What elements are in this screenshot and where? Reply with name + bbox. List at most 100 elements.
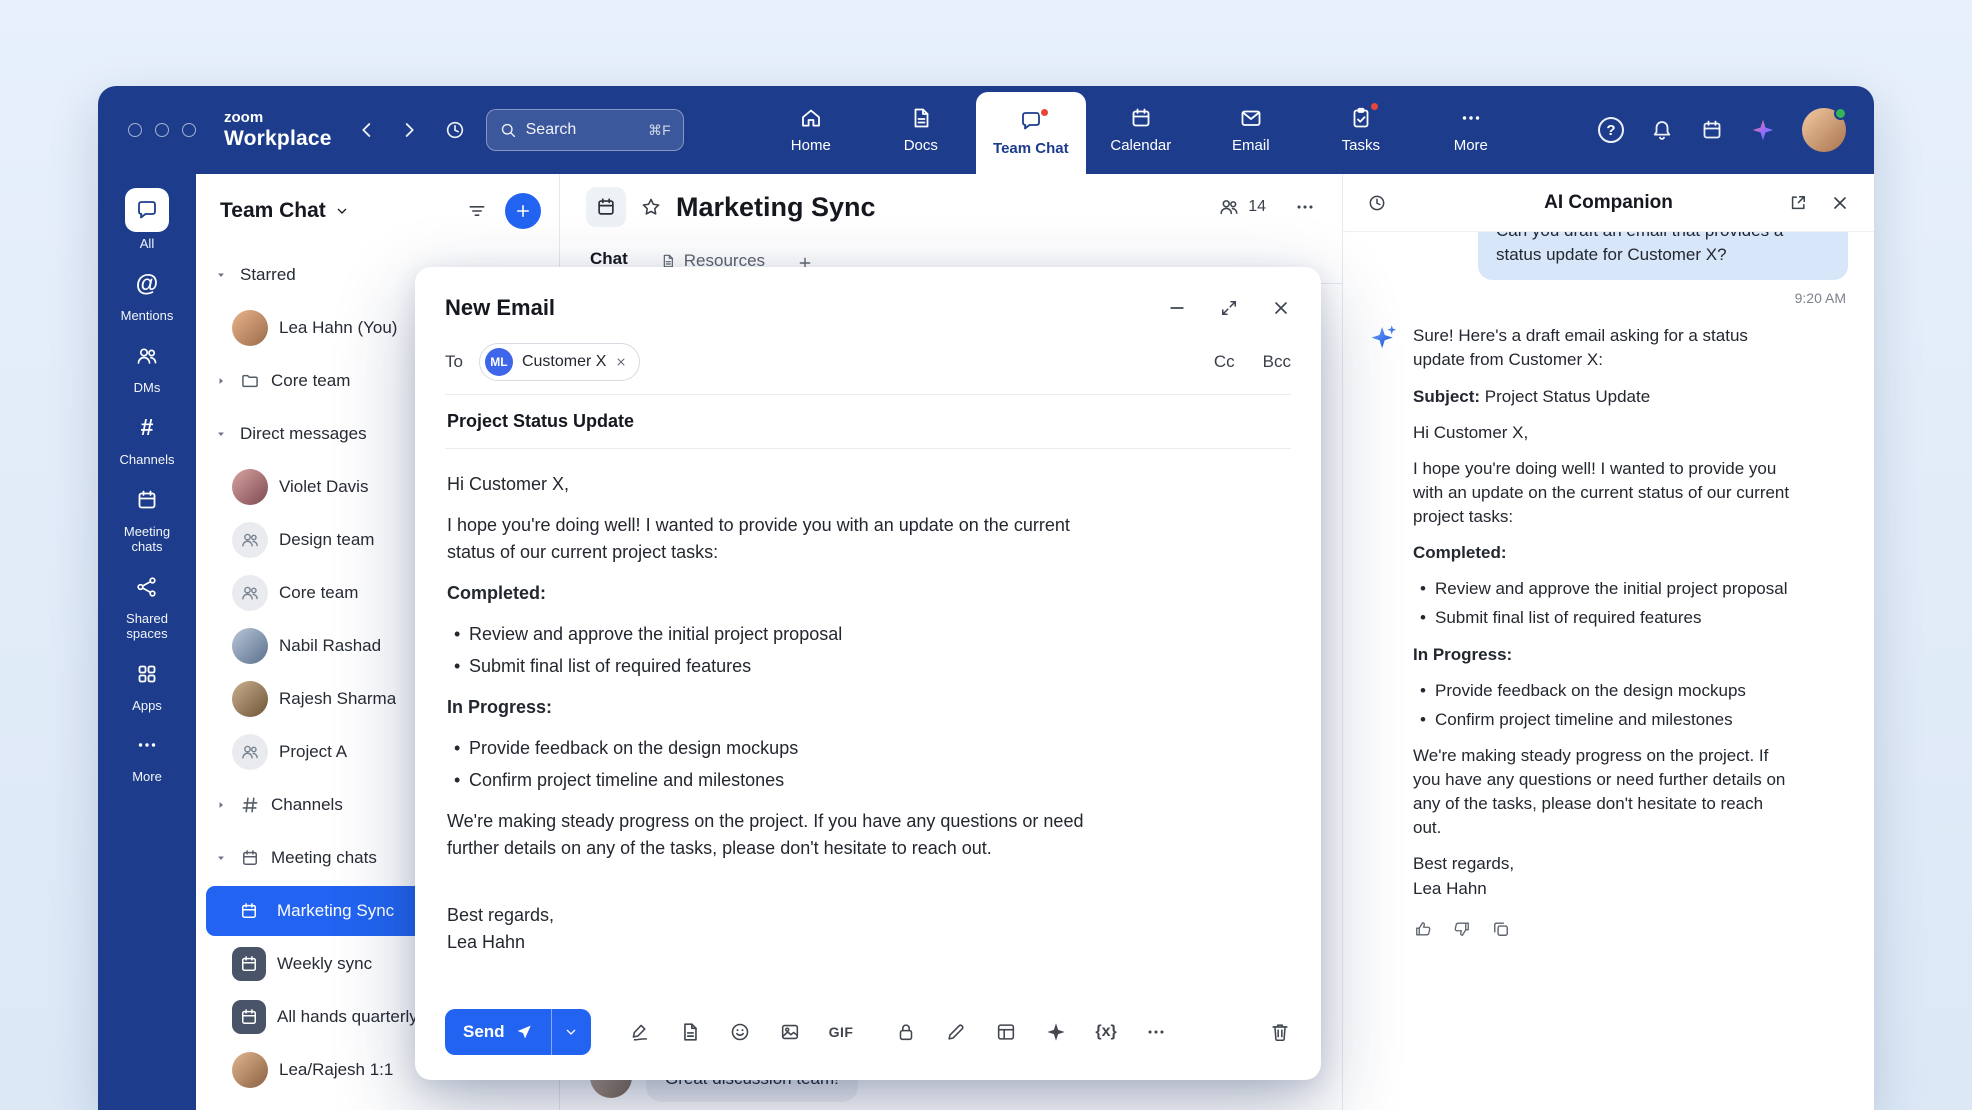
ai-conversation: Can you draft an email that provides a s… bbox=[1343, 232, 1874, 1110]
fullscreen-window-button[interactable] bbox=[182, 123, 196, 137]
channel-title: Marketing Sync bbox=[676, 192, 876, 223]
email-greeting: Hi Customer X, bbox=[447, 471, 1107, 498]
ai-body-intro: I hope you're doing well! I wanted to pr… bbox=[1413, 457, 1793, 529]
ai-signature: Best regards,Lea Hahn bbox=[1413, 852, 1793, 900]
emoji-icon[interactable] bbox=[729, 1021, 751, 1043]
meeting-chat-icon bbox=[232, 894, 266, 928]
list-item: Provide feedback on the design mockups bbox=[1413, 679, 1793, 703]
close-panel-icon[interactable] bbox=[1830, 193, 1850, 213]
ai-in-progress-label: In Progress: bbox=[1413, 643, 1793, 667]
insert-image-icon[interactable] bbox=[779, 1021, 801, 1043]
history-icon[interactable] bbox=[444, 119, 466, 141]
zoom-workplace-logo: zoom Workplace bbox=[224, 110, 332, 150]
rail-channels[interactable]: # Channels bbox=[100, 408, 194, 468]
sidebar-title-dropdown[interactable]: Team Chat bbox=[220, 199, 350, 223]
send-options-dropdown[interactable] bbox=[551, 1009, 591, 1055]
group-avatar bbox=[232, 522, 268, 558]
back-button[interactable] bbox=[356, 119, 378, 141]
signature-icon[interactable] bbox=[629, 1021, 651, 1043]
ai-intro: Sure! Here's a draft email asking for a … bbox=[1413, 324, 1793, 372]
copy-icon[interactable] bbox=[1491, 919, 1511, 939]
subject-input[interactable]: Project Status Update bbox=[445, 395, 1291, 449]
channel-calendar-icon bbox=[586, 187, 626, 227]
ai-history-icon[interactable] bbox=[1367, 193, 1387, 213]
send-button[interactable]: Send bbox=[445, 1009, 551, 1055]
encrypt-lock-icon[interactable] bbox=[895, 1021, 917, 1043]
nav-calendar[interactable]: Calendar bbox=[1086, 86, 1196, 174]
expand-icon[interactable] bbox=[1219, 298, 1239, 318]
minimize-icon[interactable] bbox=[1167, 298, 1187, 318]
rail-all[interactable]: All bbox=[100, 188, 194, 252]
unread-badge bbox=[1039, 107, 1050, 118]
calendar-icon bbox=[239, 954, 259, 974]
ai-feedback-actions bbox=[1413, 919, 1848, 939]
forward-button[interactable] bbox=[398, 119, 420, 141]
remove-recipient-icon[interactable] bbox=[615, 356, 627, 368]
rail-more[interactable]: More bbox=[100, 725, 194, 785]
recipient-chip[interactable]: ML Customer X bbox=[479, 343, 640, 381]
bcc-button[interactable]: Bcc bbox=[1263, 352, 1291, 372]
rail-dms[interactable]: DMs bbox=[100, 336, 194, 396]
desktop-background: zoom Workplace Search ⌘F Home bbox=[0, 0, 1972, 1110]
caret-down-icon bbox=[214, 427, 228, 441]
top-bar: zoom Workplace Search ⌘F Home bbox=[98, 86, 1874, 174]
zoom-wordmark: zoom bbox=[224, 110, 332, 127]
filter-icon[interactable] bbox=[467, 201, 487, 221]
ai-completed-label: Completed: bbox=[1413, 541, 1793, 565]
thumbs-down-icon[interactable] bbox=[1452, 919, 1472, 939]
email-outro: We're making steady progress on the proj… bbox=[447, 808, 1107, 862]
help-icon[interactable]: ? bbox=[1598, 117, 1624, 143]
notifications-bell-icon[interactable] bbox=[1650, 118, 1674, 142]
member-count[interactable]: 14 bbox=[1218, 196, 1266, 218]
nav-more[interactable]: More bbox=[1416, 86, 1526, 174]
nav-email[interactable]: Email bbox=[1196, 86, 1306, 174]
online-status-dot bbox=[1834, 107, 1847, 120]
variables-icon[interactable]: {x} bbox=[1095, 1023, 1116, 1041]
more-icon bbox=[1459, 106, 1483, 130]
email-in-progress-label: In Progress: bbox=[447, 694, 1107, 721]
avatar bbox=[232, 469, 268, 505]
ai-companion-icon[interactable] bbox=[1750, 117, 1776, 143]
new-chat-button[interactable] bbox=[505, 193, 541, 229]
avatar bbox=[232, 1052, 268, 1088]
template-icon[interactable] bbox=[995, 1021, 1017, 1043]
user-avatar[interactable] bbox=[1802, 108, 1846, 152]
recipients-field[interactable]: To ML Customer X Cc Bcc bbox=[445, 343, 1291, 395]
email-completed-label: Completed: bbox=[447, 580, 1107, 607]
more-options-icon[interactable] bbox=[1145, 1021, 1167, 1043]
plus-icon bbox=[514, 202, 532, 220]
search-input[interactable]: Search ⌘F bbox=[486, 109, 684, 151]
group-avatar bbox=[232, 734, 268, 770]
nav-team-chat[interactable]: Team Chat bbox=[976, 92, 1086, 174]
new-email-modal: New Email To ML Customer X Cc Bcc Projec… bbox=[415, 267, 1321, 1080]
ai-in-progress-list: Provide feedback on the design mockupsCo… bbox=[1413, 679, 1793, 732]
rail-shared-spaces[interactable]: Shared spaces bbox=[100, 567, 194, 642]
gif-icon[interactable]: GIF bbox=[829, 1024, 854, 1040]
ai-companion-spark-icon bbox=[1369, 322, 1399, 357]
attach-file-icon[interactable] bbox=[679, 1021, 701, 1043]
close-window-button[interactable] bbox=[128, 123, 142, 137]
meeting-chat-icon bbox=[232, 947, 266, 981]
minimize-window-button[interactable] bbox=[155, 123, 169, 137]
close-icon[interactable] bbox=[1271, 298, 1291, 318]
cc-button[interactable]: Cc bbox=[1214, 352, 1235, 372]
favorite-star-icon[interactable] bbox=[640, 196, 662, 218]
schedule-calendar-icon[interactable] bbox=[1700, 118, 1724, 142]
tasks-badge bbox=[1369, 101, 1380, 112]
caret-down-icon bbox=[214, 268, 228, 282]
rail-meeting-chats[interactable]: Meeting chats bbox=[100, 480, 194, 555]
thumbs-up-icon[interactable] bbox=[1413, 919, 1433, 939]
edit-pencil-icon[interactable] bbox=[945, 1021, 967, 1043]
ai-compose-sparkle-icon[interactable] bbox=[1045, 1021, 1067, 1043]
nav-tasks[interactable]: Tasks bbox=[1306, 86, 1416, 174]
email-icon bbox=[1239, 106, 1263, 130]
channel-more-icon[interactable] bbox=[1294, 196, 1316, 218]
nav-home[interactable]: Home bbox=[756, 86, 866, 174]
nav-docs[interactable]: Docs bbox=[866, 86, 976, 174]
discard-trash-icon[interactable] bbox=[1269, 1021, 1291, 1043]
open-in-new-window-icon[interactable] bbox=[1788, 193, 1808, 213]
rail-apps[interactable]: Apps bbox=[100, 654, 194, 714]
email-body-editor[interactable]: Hi Customer X, I hope you're doing well!… bbox=[445, 449, 1291, 994]
rail-mentions[interactable]: @ Mentions bbox=[100, 264, 194, 324]
chat-bubble-icon bbox=[135, 198, 159, 222]
